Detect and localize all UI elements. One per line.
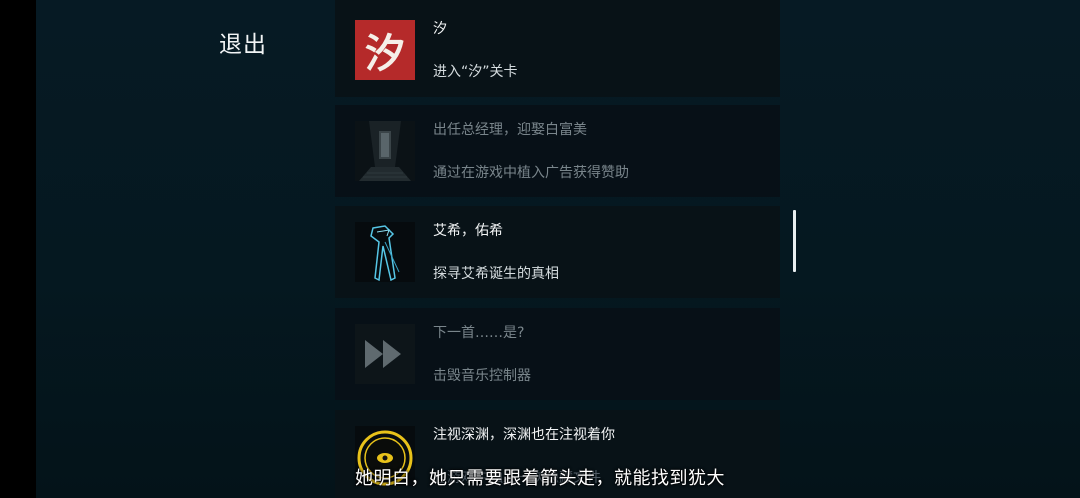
achievement-row-manager[interactable]: 出任总经理，迎娶白富美 通过在游戏中植入广告获得赞助 bbox=[335, 105, 780, 197]
left-black-bar bbox=[0, 0, 36, 498]
achievement-row-xi[interactable]: 汐 汐 进入“汐”关卡 bbox=[335, 0, 780, 97]
achievement-row-next-song[interactable]: 下一首……是? 击毁音乐控制器 bbox=[335, 308, 780, 400]
exit-button[interactable]: 退出 bbox=[219, 25, 267, 59]
dark-corridor-icon bbox=[355, 121, 415, 181]
xi-icon-glyph: 汐 bbox=[365, 30, 405, 77]
achievement-title: 汐 bbox=[433, 21, 447, 37]
achievement-desc: 击毁音乐控制器 bbox=[433, 368, 531, 384]
achievement-title: 艾希，佑希 bbox=[433, 223, 503, 239]
fast-forward-icon bbox=[355, 324, 415, 384]
xi-calligraphy-icon: 汐 bbox=[355, 20, 415, 80]
aixi-figure-icon bbox=[355, 222, 415, 282]
achievement-title: 注视深渊，深渊也在注视着你 bbox=[433, 427, 615, 443]
achievement-row-aixi[interactable]: 艾希，佑希 探寻艾希诞生的真相 bbox=[335, 206, 780, 298]
achievement-title: 出任总经理，迎娶白富美 bbox=[433, 122, 587, 138]
scrollbar-thumb[interactable] bbox=[793, 210, 796, 272]
achievement-desc: 探寻艾希诞生的真相 bbox=[433, 266, 559, 282]
dialogue-subtitle: 她明白，她只需要跟着箭头走，就能找到犹大 bbox=[355, 468, 725, 489]
achievement-title: 下一首……是? bbox=[433, 325, 525, 341]
achievement-desc: 通过在游戏中植入广告获得赞助 bbox=[433, 165, 629, 181]
achievement-list[interactable]: 汐 汐 进入“汐”关卡 出任总经理，迎娶白富美 通过在游戏中植入广告获得赞助 艾… bbox=[335, 0, 780, 498]
achievement-desc: 进入“汐”关卡 bbox=[433, 64, 518, 80]
